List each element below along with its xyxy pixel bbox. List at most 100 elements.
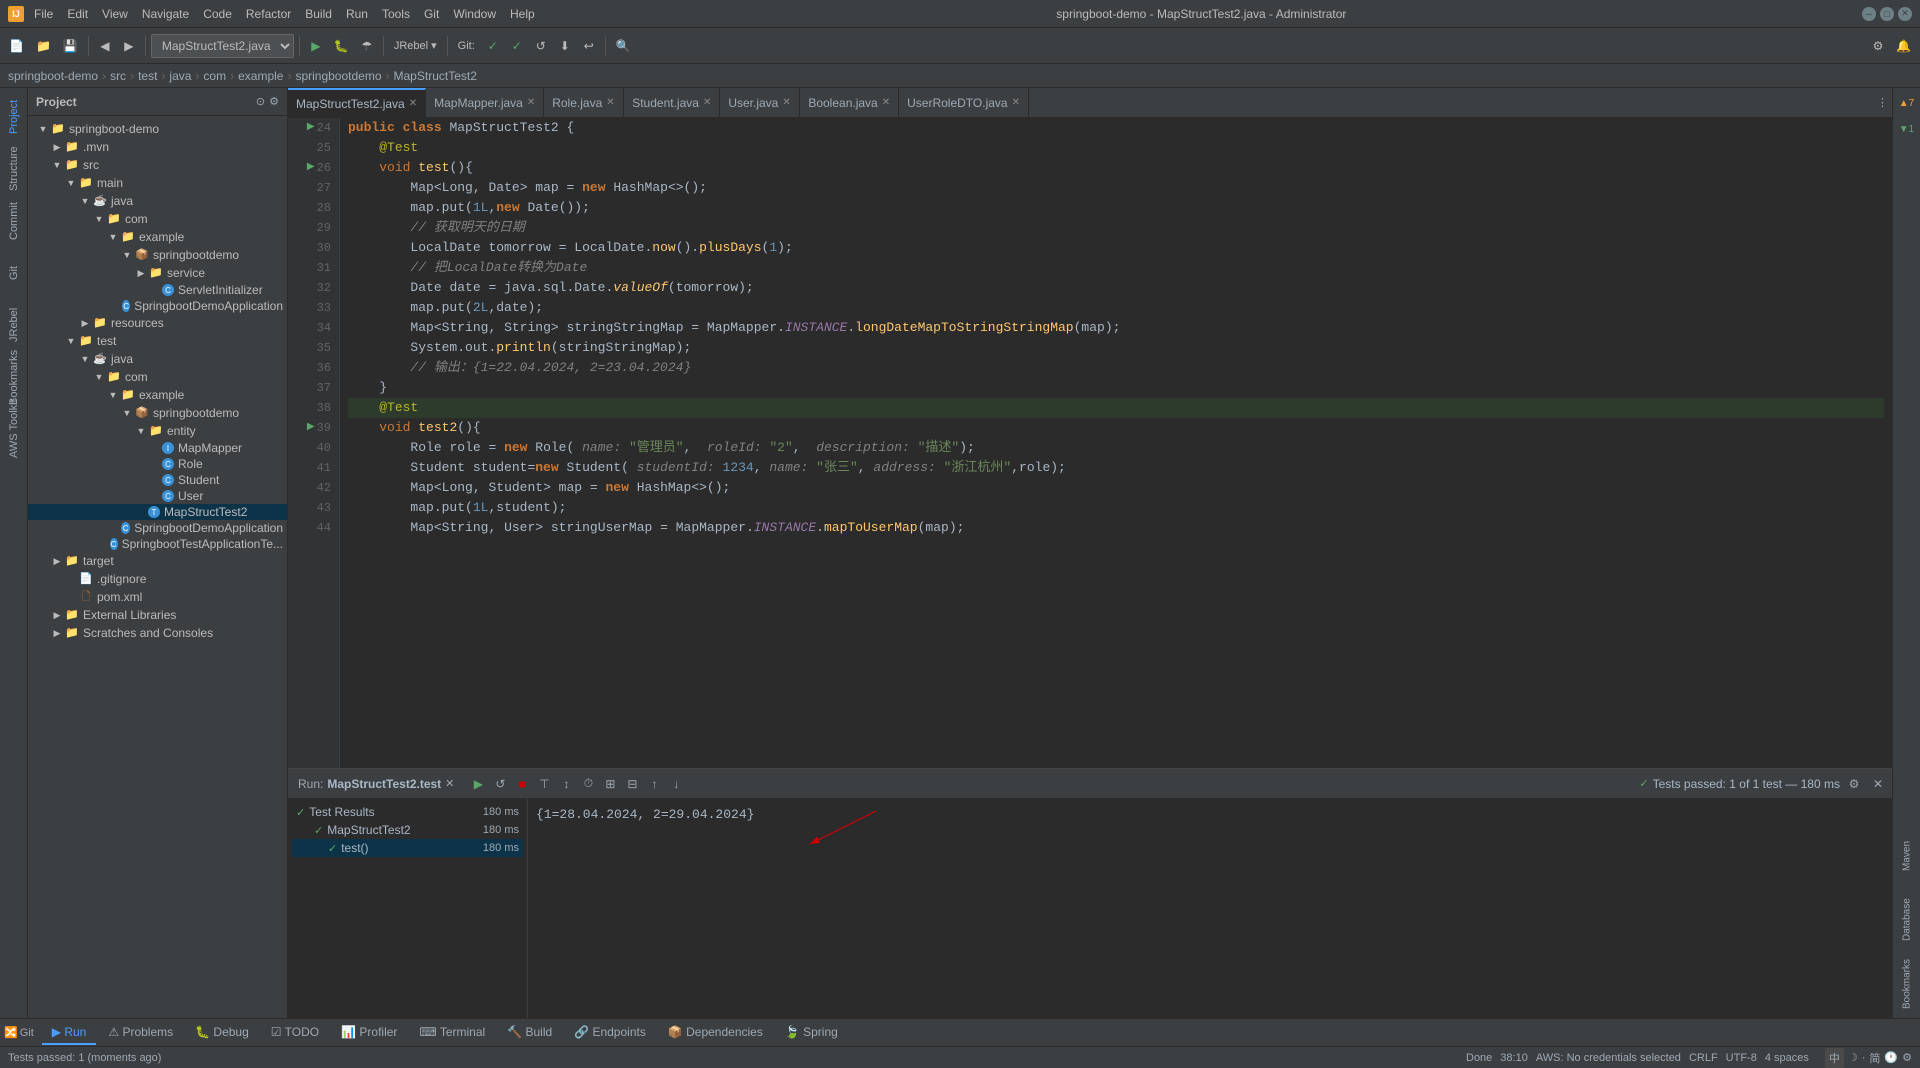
tab-student[interactable]: Student.java ✕ bbox=[624, 88, 720, 118]
tab-close-btn[interactable]: ✕ bbox=[782, 97, 790, 108]
sidebar-item-servlet[interactable]: C ServletInitializer bbox=[28, 282, 287, 298]
left-icon-project[interactable]: Project bbox=[2, 92, 26, 142]
ime-gear[interactable]: ⚙ bbox=[1902, 1051, 1912, 1064]
maximize-button[interactable]: □ bbox=[1880, 7, 1894, 21]
sidebar-item-entity[interactable]: ▼ 📁 entity bbox=[28, 422, 287, 440]
sidebar-item-scratches[interactable]: ▶ 📁 Scratches and Consoles bbox=[28, 624, 287, 642]
bottom-tab-debug[interactable]: 🐛 Debug bbox=[185, 1021, 259, 1045]
run-gutter-icon[interactable]: ▶ bbox=[307, 418, 315, 438]
run-gutter-icon[interactable]: ▶ bbox=[307, 118, 315, 138]
search-btn[interactable]: 🔍 bbox=[611, 34, 636, 58]
sidebar-item-java-main[interactable]: ▼ ☕ java bbox=[28, 192, 287, 210]
breadcrumb-part-3[interactable]: java bbox=[169, 69, 191, 83]
tab-close-btn[interactable]: ✕ bbox=[606, 97, 614, 108]
sidebar-item-example-main[interactable]: ▼ 📁 example bbox=[28, 228, 287, 246]
bottom-tab-profiler[interactable]: 📊 Profiler bbox=[331, 1021, 407, 1045]
run-btn[interactable]: ▶ bbox=[305, 34, 327, 58]
menu-refactor[interactable]: Refactor bbox=[240, 5, 297, 23]
sidebar-item-student[interactable]: C Student bbox=[28, 472, 287, 488]
sidebar-item-main[interactable]: ▼ 📁 main bbox=[28, 174, 287, 192]
breadcrumb-part-0[interactable]: springboot-demo bbox=[8, 69, 98, 83]
settings-btn[interactable]: ⚙ bbox=[1844, 774, 1864, 794]
bottom-tab-build[interactable]: 🔨 Build bbox=[497, 1021, 562, 1045]
sidebar-item-service[interactable]: ▶ 📁 service bbox=[28, 264, 287, 282]
open-btn[interactable]: 📁 bbox=[31, 34, 56, 58]
tab-close-btn[interactable]: ✕ bbox=[1012, 97, 1020, 108]
menu-run[interactable]: Run bbox=[340, 5, 374, 23]
sidebar-item-role[interactable]: C Role bbox=[28, 456, 287, 472]
breadcrumb-part-1[interactable]: src bbox=[110, 69, 126, 83]
run-tab-close[interactable]: ✕ bbox=[445, 777, 454, 790]
run-gutter-icon[interactable]: ▶ bbox=[307, 158, 315, 178]
rerun-btn[interactable]: ▶ bbox=[468, 774, 488, 794]
sidebar-item-test[interactable]: ▼ 📁 test bbox=[28, 332, 287, 350]
sidebar-item-springbootdemo-main[interactable]: ▼ 📦 springbootdemo bbox=[28, 246, 287, 264]
sidebar-item-gitignore[interactable]: 📄 .gitignore bbox=[28, 570, 287, 588]
tab-close-btn[interactable]: ✕ bbox=[882, 97, 890, 108]
status-done[interactable]: Done bbox=[1466, 1052, 1492, 1064]
tab-mapmapper[interactable]: MapMapper.java ✕ bbox=[426, 88, 544, 118]
tab-close-btn[interactable]: ✕ bbox=[527, 97, 535, 108]
bottom-tab-dependencies[interactable]: 📦 Dependencies bbox=[658, 1021, 773, 1045]
tab-user[interactable]: User.java ✕ bbox=[720, 88, 800, 118]
save-btn[interactable]: 💾 bbox=[58, 34, 83, 58]
sidebar-item-springboot-demo[interactable]: ▼ 📁 springboot-demo bbox=[28, 120, 287, 138]
menu-view[interactable]: View bbox=[96, 5, 134, 23]
collapse-all-btn[interactable]: ⊟ bbox=[622, 774, 642, 794]
forward-btn[interactable]: ▶ bbox=[118, 34, 140, 58]
bottom-tab-terminal[interactable]: ⌨ Terminal bbox=[409, 1021, 495, 1045]
settings-btn[interactable]: ⚙ bbox=[1867, 34, 1889, 58]
expand-all-btn[interactable]: ⊞ bbox=[600, 774, 620, 794]
breadcrumb-part-6[interactable]: springbootdemo bbox=[295, 69, 381, 83]
next-failure-btn[interactable]: ↓ bbox=[666, 774, 686, 794]
sidebar-settings-btn[interactable]: ⚙ bbox=[269, 95, 279, 108]
bottom-tab-todo[interactable]: ☑ TODO bbox=[261, 1021, 329, 1045]
left-icon-bookmarks[interactable]: Bookmarks bbox=[2, 352, 26, 402]
sort-alpha-btn[interactable]: ↕ bbox=[556, 774, 576, 794]
sidebar-item-mvn[interactable]: ▶ 📁 .mvn bbox=[28, 138, 287, 156]
bottom-tab-run[interactable]: ▶ Run bbox=[42, 1021, 97, 1045]
git-icon[interactable]: 🔀 bbox=[4, 1026, 18, 1039]
hide-btn[interactable]: ✕ bbox=[1868, 774, 1888, 794]
sort-duration-btn[interactable]: ⏱ bbox=[578, 774, 598, 794]
tab-close-btn[interactable]: ✕ bbox=[703, 97, 711, 108]
left-icon-git[interactable]: Git bbox=[2, 248, 26, 298]
bottom-tab-endpoints[interactable]: 🔗 Endpoints bbox=[564, 1021, 656, 1045]
sidebar-item-springbootdemo-app2[interactable]: C SpringbootDemoApplication bbox=[28, 520, 287, 536]
status-indent[interactable]: 4 spaces bbox=[1765, 1052, 1809, 1064]
menu-code[interactable]: Code bbox=[197, 5, 238, 23]
sidebar-item-springbootdemo-test[interactable]: ▼ 📦 springbootdemo bbox=[28, 404, 287, 422]
git-check-btn[interactable]: ✓ bbox=[482, 34, 504, 58]
test-results-item[interactable]: ✓ Test Results 180 ms bbox=[292, 803, 523, 821]
menu-build[interactable]: Build bbox=[299, 5, 338, 23]
stop-btn[interactable]: ■ bbox=[512, 774, 532, 794]
bottom-tab-spring[interactable]: 🍃 Spring bbox=[775, 1021, 848, 1045]
code-editor[interactable]: ▶ 24 25 ▶ 26 27 28 29 30 31 32 bbox=[288, 118, 1892, 768]
sidebar-item-resources[interactable]: ▶ 📁 resources bbox=[28, 314, 287, 332]
menu-file[interactable]: File bbox=[28, 5, 59, 23]
back-btn[interactable]: ◀ bbox=[94, 34, 116, 58]
right-icon-1[interactable]: ▲7 bbox=[1896, 92, 1918, 114]
notifications-btn[interactable]: 🔔 bbox=[1891, 34, 1916, 58]
sidebar-item-springbootdemo-app[interactable]: C SpringbootDemoApplication bbox=[28, 298, 287, 314]
coverage-btn[interactable]: ☂ bbox=[356, 34, 378, 58]
tab-close-btn[interactable]: ✕ bbox=[409, 98, 417, 109]
rerun-failed-btn[interactable]: ↺ bbox=[490, 774, 510, 794]
left-icon-aws[interactable]: AWS Toolkit bbox=[2, 404, 26, 454]
git-push-btn[interactable]: ✓ bbox=[506, 34, 528, 58]
new-file-btn[interactable]: 📄 bbox=[4, 34, 29, 58]
status-utf8[interactable]: UTF-8 bbox=[1726, 1052, 1757, 1064]
ime-zh[interactable]: 中 bbox=[1825, 1048, 1844, 1068]
breadcrumb-part-2[interactable]: test bbox=[138, 69, 157, 83]
tab-role[interactable]: Role.java ✕ bbox=[544, 88, 624, 118]
left-icon-commit[interactable]: Commit bbox=[2, 196, 26, 246]
test-method-item[interactable]: ✓ test() 180 ms bbox=[292, 839, 523, 857]
git-tab-label[interactable]: Git bbox=[20, 1027, 34, 1039]
prev-failure-btn[interactable]: ↑ bbox=[644, 774, 664, 794]
menu-window[interactable]: Window bbox=[447, 5, 502, 23]
menu-edit[interactable]: Edit bbox=[61, 5, 94, 23]
bookmarks-panel-btn[interactable]: Bookmarks bbox=[1896, 954, 1918, 1014]
sidebar-item-user[interactable]: C User bbox=[28, 488, 287, 504]
git-fetch-btn[interactable]: ↺ bbox=[530, 34, 552, 58]
menu-help[interactable]: Help bbox=[504, 5, 541, 23]
